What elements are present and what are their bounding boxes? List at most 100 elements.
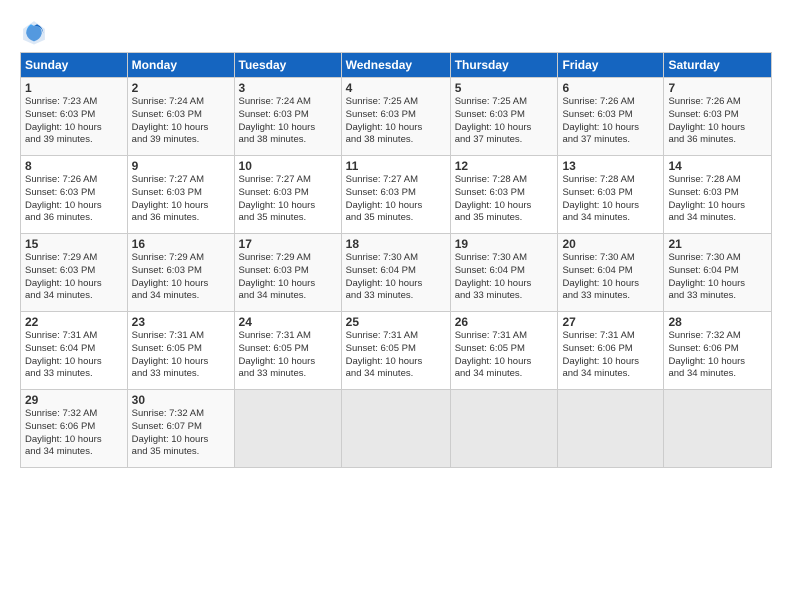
day-info: Sunrise: 7:29 AM Sunset: 6:03 PM Dayligh… [239,252,337,303]
day-number: 14 [668,159,767,173]
calendar-day-cell: 21Sunrise: 7:30 AM Sunset: 6:04 PM Dayli… [664,234,772,312]
calendar-table: SundayMondayTuesdayWednesdayThursdayFrid… [20,52,772,468]
calendar-day-cell: 2Sunrise: 7:24 AM Sunset: 6:03 PM Daylig… [127,78,234,156]
calendar-day-cell: 15Sunrise: 7:29 AM Sunset: 6:03 PM Dayli… [21,234,128,312]
day-info: Sunrise: 7:30 AM Sunset: 6:04 PM Dayligh… [346,252,446,303]
page: SundayMondayTuesdayWednesdayThursdayFrid… [0,0,792,612]
calendar-day-cell: 19Sunrise: 7:30 AM Sunset: 6:04 PM Dayli… [450,234,558,312]
header [20,18,772,46]
day-info: Sunrise: 7:31 AM Sunset: 6:05 PM Dayligh… [455,330,554,381]
day-info: Sunrise: 7:28 AM Sunset: 6:03 PM Dayligh… [562,174,659,225]
calendar-day-cell: 16Sunrise: 7:29 AM Sunset: 6:03 PM Dayli… [127,234,234,312]
empty-cell [664,390,772,468]
day-number: 4 [346,81,446,95]
day-info: Sunrise: 7:31 AM Sunset: 6:04 PM Dayligh… [25,330,123,381]
day-number: 1 [25,81,123,95]
day-number: 13 [562,159,659,173]
weekday-header-wednesday: Wednesday [341,53,450,78]
day-info: Sunrise: 7:27 AM Sunset: 6:03 PM Dayligh… [132,174,230,225]
day-info: Sunrise: 7:23 AM Sunset: 6:03 PM Dayligh… [25,96,123,147]
logo [20,18,52,46]
calendar-day-cell: 10Sunrise: 7:27 AM Sunset: 6:03 PM Dayli… [234,156,341,234]
calendar-day-cell: 24Sunrise: 7:31 AM Sunset: 6:05 PM Dayli… [234,312,341,390]
weekday-header-sunday: Sunday [21,53,128,78]
day-number: 21 [668,237,767,251]
calendar-day-cell: 20Sunrise: 7:30 AM Sunset: 6:04 PM Dayli… [558,234,664,312]
empty-cell [450,390,558,468]
logo-icon [20,18,48,46]
day-number: 20 [562,237,659,251]
day-info: Sunrise: 7:32 AM Sunset: 6:06 PM Dayligh… [668,330,767,381]
day-number: 30 [132,393,230,407]
day-info: Sunrise: 7:25 AM Sunset: 6:03 PM Dayligh… [346,96,446,147]
calendar-day-cell: 28Sunrise: 7:32 AM Sunset: 6:06 PM Dayli… [664,312,772,390]
day-number: 29 [25,393,123,407]
day-number: 19 [455,237,554,251]
calendar-day-cell: 6Sunrise: 7:26 AM Sunset: 6:03 PM Daylig… [558,78,664,156]
calendar-week-row: 29Sunrise: 7:32 AM Sunset: 6:06 PM Dayli… [21,390,772,468]
day-info: Sunrise: 7:26 AM Sunset: 6:03 PM Dayligh… [25,174,123,225]
calendar-day-cell: 9Sunrise: 7:27 AM Sunset: 6:03 PM Daylig… [127,156,234,234]
calendar-header-row: SundayMondayTuesdayWednesdayThursdayFrid… [21,53,772,78]
day-number: 11 [346,159,446,173]
day-info: Sunrise: 7:31 AM Sunset: 6:05 PM Dayligh… [239,330,337,381]
day-info: Sunrise: 7:32 AM Sunset: 6:07 PM Dayligh… [132,408,230,459]
calendar-day-cell: 14Sunrise: 7:28 AM Sunset: 6:03 PM Dayli… [664,156,772,234]
day-info: Sunrise: 7:24 AM Sunset: 6:03 PM Dayligh… [132,96,230,147]
calendar-day-cell: 22Sunrise: 7:31 AM Sunset: 6:04 PM Dayli… [21,312,128,390]
day-info: Sunrise: 7:25 AM Sunset: 6:03 PM Dayligh… [455,96,554,147]
day-number: 26 [455,315,554,329]
day-number: 15 [25,237,123,251]
day-number: 28 [668,315,767,329]
day-number: 7 [668,81,767,95]
calendar-day-cell: 17Sunrise: 7:29 AM Sunset: 6:03 PM Dayli… [234,234,341,312]
calendar-day-cell: 13Sunrise: 7:28 AM Sunset: 6:03 PM Dayli… [558,156,664,234]
day-number: 16 [132,237,230,251]
weekday-header-tuesday: Tuesday [234,53,341,78]
calendar-day-cell: 30Sunrise: 7:32 AM Sunset: 6:07 PM Dayli… [127,390,234,468]
calendar-day-cell: 4Sunrise: 7:25 AM Sunset: 6:03 PM Daylig… [341,78,450,156]
weekday-header-friday: Friday [558,53,664,78]
weekday-header-monday: Monday [127,53,234,78]
day-info: Sunrise: 7:30 AM Sunset: 6:04 PM Dayligh… [668,252,767,303]
calendar-day-cell: 23Sunrise: 7:31 AM Sunset: 6:05 PM Dayli… [127,312,234,390]
day-info: Sunrise: 7:27 AM Sunset: 6:03 PM Dayligh… [239,174,337,225]
empty-cell [234,390,341,468]
day-number: 25 [346,315,446,329]
calendar-day-cell: 1Sunrise: 7:23 AM Sunset: 6:03 PM Daylig… [21,78,128,156]
empty-cell [341,390,450,468]
day-number: 9 [132,159,230,173]
weekday-header-thursday: Thursday [450,53,558,78]
calendar-day-cell: 3Sunrise: 7:24 AM Sunset: 6:03 PM Daylig… [234,78,341,156]
calendar-day-cell: 25Sunrise: 7:31 AM Sunset: 6:05 PM Dayli… [341,312,450,390]
calendar-day-cell: 29Sunrise: 7:32 AM Sunset: 6:06 PM Dayli… [21,390,128,468]
day-number: 17 [239,237,337,251]
day-number: 2 [132,81,230,95]
day-info: Sunrise: 7:26 AM Sunset: 6:03 PM Dayligh… [562,96,659,147]
calendar-day-cell: 27Sunrise: 7:31 AM Sunset: 6:06 PM Dayli… [558,312,664,390]
day-info: Sunrise: 7:29 AM Sunset: 6:03 PM Dayligh… [25,252,123,303]
day-info: Sunrise: 7:30 AM Sunset: 6:04 PM Dayligh… [455,252,554,303]
day-info: Sunrise: 7:31 AM Sunset: 6:05 PM Dayligh… [346,330,446,381]
day-info: Sunrise: 7:29 AM Sunset: 6:03 PM Dayligh… [132,252,230,303]
day-info: Sunrise: 7:28 AM Sunset: 6:03 PM Dayligh… [455,174,554,225]
day-number: 22 [25,315,123,329]
day-info: Sunrise: 7:27 AM Sunset: 6:03 PM Dayligh… [346,174,446,225]
day-number: 24 [239,315,337,329]
calendar-week-row: 22Sunrise: 7:31 AM Sunset: 6:04 PM Dayli… [21,312,772,390]
day-number: 8 [25,159,123,173]
day-info: Sunrise: 7:28 AM Sunset: 6:03 PM Dayligh… [668,174,767,225]
calendar-day-cell: 12Sunrise: 7:28 AM Sunset: 6:03 PM Dayli… [450,156,558,234]
day-number: 12 [455,159,554,173]
calendar-day-cell: 26Sunrise: 7:31 AM Sunset: 6:05 PM Dayli… [450,312,558,390]
day-number: 10 [239,159,337,173]
day-number: 6 [562,81,659,95]
calendar-week-row: 15Sunrise: 7:29 AM Sunset: 6:03 PM Dayli… [21,234,772,312]
day-number: 18 [346,237,446,251]
day-info: Sunrise: 7:31 AM Sunset: 6:05 PM Dayligh… [132,330,230,381]
calendar-week-row: 1Sunrise: 7:23 AM Sunset: 6:03 PM Daylig… [21,78,772,156]
day-info: Sunrise: 7:32 AM Sunset: 6:06 PM Dayligh… [25,408,123,459]
day-number: 5 [455,81,554,95]
day-number: 3 [239,81,337,95]
weekday-header-saturday: Saturday [664,53,772,78]
